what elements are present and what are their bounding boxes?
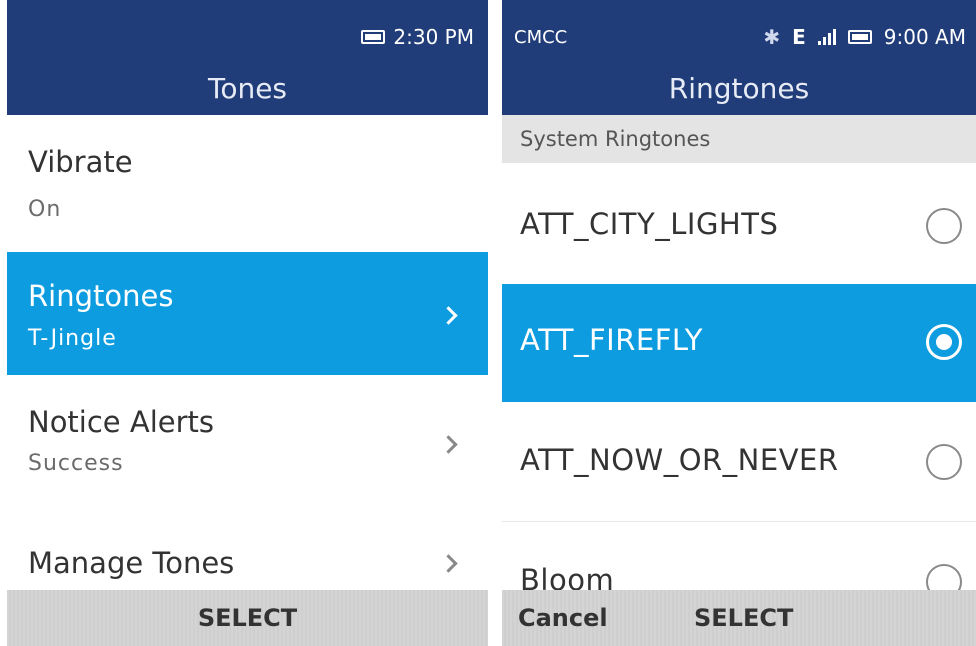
ringtone-label: ATT_CITY_LIGHTS bbox=[520, 207, 779, 241]
softkey-bar: SELECT bbox=[7, 590, 488, 646]
battery-icon bbox=[361, 30, 386, 44]
chevron-right-icon bbox=[439, 306, 458, 325]
ringtone-label: ATT_NOW_OR_NEVER bbox=[520, 443, 839, 477]
radio-button-checked[interactable] bbox=[926, 324, 962, 360]
ringtone-item-now-or-never[interactable]: ATT_NOW_OR_NEVER bbox=[502, 404, 976, 522]
battery-icon bbox=[847, 30, 872, 44]
carrier-name: CMCC bbox=[514, 26, 568, 48]
select-softkey[interactable]: SELECT bbox=[694, 604, 793, 632]
radio-button[interactable] bbox=[926, 208, 962, 244]
item-subtitle: Success bbox=[28, 451, 124, 476]
page-title: Ringtones bbox=[668, 72, 810, 105]
network-type: E bbox=[792, 25, 806, 49]
list-item-notice-alerts[interactable]: Notice Alerts Success bbox=[7, 375, 488, 510]
status-bar: ✱ E 9:00 AM bbox=[763, 22, 966, 52]
select-softkey[interactable]: SELECT bbox=[7, 604, 488, 632]
list-item-ringtones[interactable]: Ringtones T-Jingle bbox=[7, 252, 488, 375]
header-bar: 2:30 PM Tones bbox=[7, 0, 488, 115]
item-subtitle: T-Jingle bbox=[28, 326, 117, 351]
signal-icon bbox=[817, 29, 836, 45]
chevron-right-icon bbox=[439, 435, 458, 454]
page-title: Tones bbox=[207, 72, 288, 105]
section-label: System Ringtones bbox=[520, 127, 711, 151]
tones-screen: 2:30 PM Tones Vibrate On Ringtones T-Jin… bbox=[7, 0, 488, 646]
header-bar: CMCC ✱ E 9:00 AM Ringtones bbox=[502, 0, 976, 115]
ringtone-item-firefly[interactable]: ATT_FIREFLY bbox=[502, 284, 976, 402]
item-title: Notice Alerts bbox=[28, 405, 215, 439]
cancel-softkey[interactable]: Cancel bbox=[518, 604, 608, 632]
status-bar: 2:30 PM bbox=[361, 22, 474, 52]
chevron-right-icon bbox=[439, 554, 458, 573]
radio-button[interactable] bbox=[926, 444, 962, 480]
bluetooth-icon: ✱ bbox=[763, 25, 781, 49]
list-item-vibrate[interactable]: Vibrate On bbox=[7, 115, 488, 252]
status-time: 2:30 PM bbox=[393, 25, 474, 49]
ringtone-item-city-lights[interactable]: ATT_CITY_LIGHTS bbox=[502, 168, 976, 286]
list-item-manage-tones[interactable]: Manage Tones bbox=[7, 510, 488, 590]
ringtones-screen: CMCC ✱ E 9:00 AM Ringtones System Ringto… bbox=[502, 0, 976, 646]
ringtone-label: ATT_FIREFLY bbox=[520, 323, 703, 357]
softkey-bar: Cancel SELECT bbox=[502, 590, 976, 646]
item-title: Vibrate bbox=[28, 145, 133, 179]
item-subtitle: On bbox=[28, 197, 62, 222]
status-time: 9:00 AM bbox=[883, 25, 966, 49]
item-title: Ringtones bbox=[28, 279, 174, 313]
item-title: Manage Tones bbox=[28, 546, 235, 580]
section-header: System Ringtones bbox=[502, 115, 976, 163]
